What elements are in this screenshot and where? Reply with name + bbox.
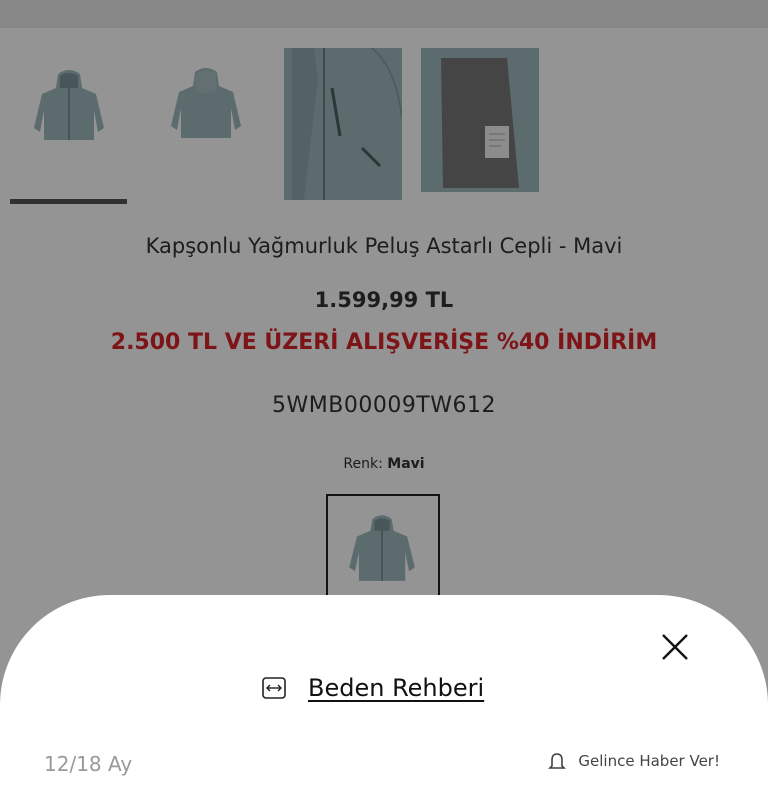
size-label: 12/18 Ay: [44, 752, 133, 776]
notify-me-label: Gelince Haber Ver!: [578, 752, 720, 770]
close-button[interactable]: [660, 632, 690, 662]
bell-icon: [548, 753, 567, 769]
ruler-arrows-icon: [262, 677, 286, 699]
close-icon: [662, 634, 688, 660]
size-option-row[interactable]: 12/18 Ay Gelince Haber Ver!: [44, 752, 744, 782]
size-guide-link[interactable]: Beden Rehberi: [262, 672, 484, 704]
notify-me-button[interactable]: Gelince Haber Ver!: [548, 752, 720, 772]
size-guide-label: Beden Rehberi: [308, 674, 485, 702]
